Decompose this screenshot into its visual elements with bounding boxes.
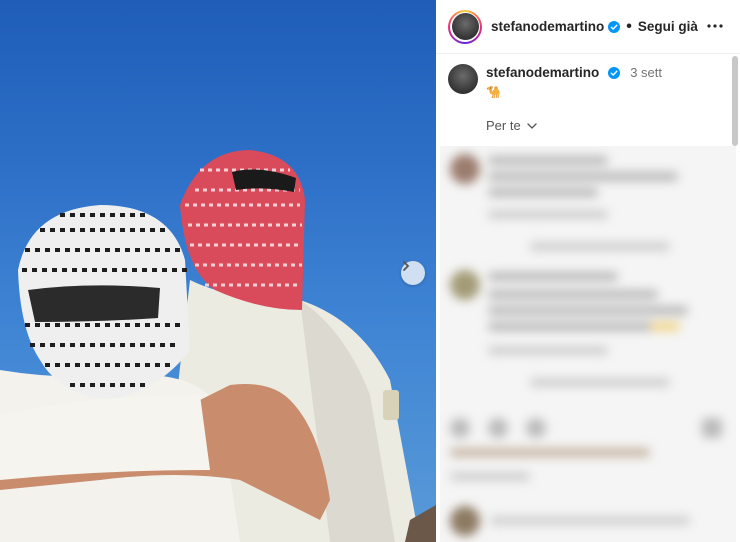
blurred-comments-area — [440, 146, 736, 542]
scrollbar[interactable] — [732, 56, 738, 146]
post-side-panel: stefanodemartino • Segui già stefanodema… — [436, 0, 740, 542]
post-time[interactable]: 3 sett — [630, 65, 662, 80]
avatar — [451, 13, 479, 40]
photo-illustration — [0, 150, 436, 542]
next-photo-button[interactable] — [401, 261, 425, 285]
chevron-right-icon — [403, 261, 410, 271]
caption-emoji: 🐪 — [486, 85, 501, 99]
post-caption: stefanodemartino 3 sett 🐪 — [448, 64, 728, 99]
header-username[interactable]: stefanodemartino — [491, 19, 604, 34]
caption-username[interactable]: stefanodemartino — [486, 65, 599, 80]
story-ring[interactable] — [448, 9, 482, 44]
separator-dot: • — [626, 17, 632, 35]
verified-badge-icon — [608, 20, 621, 33]
comments-filter-dropdown[interactable]: Per te — [486, 118, 538, 133]
caption-avatar[interactable] — [448, 64, 478, 94]
more-horizontal-icon[interactable] — [706, 17, 724, 35]
chevron-down-icon — [527, 122, 537, 129]
verified-badge-icon — [607, 66, 620, 79]
filter-label: Per te — [486, 118, 521, 133]
post-header: stefanodemartino • Segui già — [436, 0, 740, 54]
jacket-badge — [383, 390, 399, 420]
post-photo — [0, 0, 436, 542]
sunglasses-left — [28, 285, 160, 322]
follow-button[interactable]: Segui già — [638, 19, 698, 34]
